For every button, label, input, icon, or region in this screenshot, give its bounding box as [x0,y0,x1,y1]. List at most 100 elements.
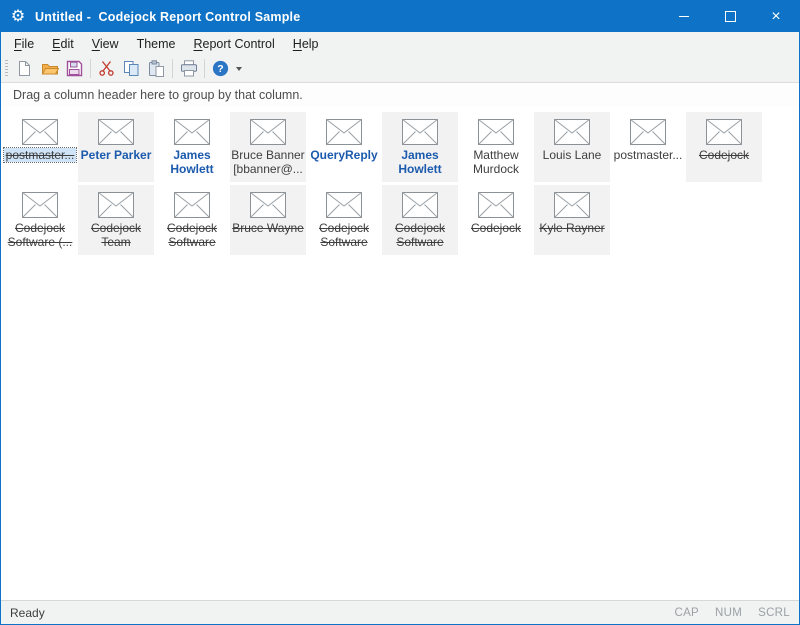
menu-item-edit[interactable]: Edit [43,34,83,54]
mail-item[interactable]: postmaster... [2,112,78,182]
close-icon: × [771,9,780,25]
caption-buttons: × [661,1,799,32]
mail-item[interactable]: postmaster... [610,112,686,182]
envelope-icon [326,185,362,218]
toolbar: ? [1,55,799,83]
minimize-button[interactable] [661,1,707,32]
mail-item-label: JamesHowlett [398,148,441,176]
mail-item-label: Bruce Wayne [232,221,304,235]
copy-button[interactable] [119,57,144,80]
mail-item-label: postmaster... [4,148,77,162]
open-button[interactable] [37,57,62,80]
envelope-icon [174,112,210,145]
mail-item[interactable]: Bruce Wayne [230,185,306,255]
print-icon [180,60,198,77]
gear-icon: ⚙ [1,1,35,32]
app-window: ⚙ Untitled - Codejock Report Control Sam… [0,0,800,625]
menu-item-report-control[interactable]: Report Control [185,34,284,54]
mail-item-grid: postmaster... Peter Parker JamesHowlett Bru… [2,112,768,258]
toolbar-separator [90,59,91,78]
mail-item[interactable]: CodejockSoftware (... [2,185,78,255]
mail-item[interactable]: Peter Parker [78,112,154,182]
envelope-icon [98,185,134,218]
print-button[interactable] [176,57,201,80]
status-indicator-scrl: SCRL [758,607,790,619]
help-button[interactable]: ? [208,57,233,80]
envelope-icon [326,112,362,145]
envelope-icon [402,185,438,218]
toolbar-separator [204,59,205,78]
mail-item[interactable]: JamesHowlett [154,112,230,182]
menu-item-theme[interactable]: Theme [128,34,185,54]
envelope-icon [174,185,210,218]
maximize-button[interactable] [707,1,753,32]
envelope-icon [478,112,514,145]
status-indicators: CAP NUM SCRL [674,607,790,619]
menu-item-file[interactable]: File [5,34,43,54]
group-by-bar[interactable]: Drag a column header here to group by th… [1,83,799,107]
report-control: postmaster... Peter Parker JamesHowlett Bru… [1,107,799,600]
window-title: Untitled - Codejock Report Control Sampl… [35,10,661,24]
save-icon [66,60,83,77]
envelope-icon [98,112,134,145]
close-button[interactable]: × [753,1,799,32]
mail-item[interactable]: CodejockSoftware [382,185,458,255]
svg-text:?: ? [217,63,223,75]
mail-item[interactable]: Kyle Rayner [534,185,610,255]
mail-item-label: MatthewMurdock [473,148,519,176]
mail-item-label: Bruce Banner[bbanner@... [231,148,304,176]
mail-item-label: Codejock [471,221,521,235]
toolbar-buttons: ? [12,57,245,80]
cut-button[interactable] [94,57,119,80]
envelope-icon [402,112,438,145]
maximize-icon [725,11,736,22]
group-by-hint: Drag a column header here to group by th… [13,88,303,102]
mail-item-label: Codejock [699,148,749,162]
envelope-icon [250,112,286,145]
menu-item-view[interactable]: View [83,34,128,54]
paste-button[interactable] [144,57,169,80]
mail-item[interactable]: MatthewMurdock [458,112,534,182]
mail-item[interactable]: CodejockSoftware [154,185,230,255]
mail-item-label: CodejockSoftware [167,221,217,249]
envelope-icon [22,185,58,218]
toolbar-gripper[interactable] [5,60,8,78]
status-bar: Ready CAP NUM SCRL [1,600,799,624]
mail-item-label: JamesHowlett [170,148,213,176]
mail-item[interactable]: Louis Lane [534,112,610,182]
mail-item[interactable]: Bruce Banner[bbanner@... [230,112,306,182]
mail-item-label: CodejockSoftware [395,221,445,249]
status-ready-text: Ready [10,606,45,620]
mail-item-label: CodejockSoftware (... [8,221,73,249]
mail-item-label: Kyle Rayner [539,221,604,235]
menu-bar: FileEditViewThemeReport ControlHelp [1,32,799,55]
envelope-icon [706,112,742,145]
open-icon [41,60,59,77]
title-bar: ⚙ Untitled - Codejock Report Control Sam… [1,1,799,32]
copy-icon [123,60,140,77]
minimize-icon [679,16,689,17]
status-indicator-cap: CAP [674,607,699,619]
envelope-icon [554,112,590,145]
mail-item-label: Peter Parker [81,148,152,162]
toolbar-options-caret[interactable] [233,57,245,80]
status-indicator-num: NUM [715,607,742,619]
mail-item-label: CodejockTeam [91,221,141,249]
menu-items: FileEditViewThemeReport ControlHelp [5,34,328,54]
new-button[interactable] [12,57,37,80]
new-icon [16,60,33,77]
menu-item-help[interactable]: Help [284,34,328,54]
mail-item-label: QueryReply [310,148,377,162]
mail-item[interactable]: CodejockTeam [78,185,154,255]
mail-item[interactable]: Codejock [458,185,534,255]
save-button[interactable] [62,57,87,80]
mail-item[interactable]: Codejock [686,112,762,182]
toolbar-separator [172,59,173,78]
mail-item[interactable]: JamesHowlett [382,112,458,182]
mail-item[interactable]: QueryReply [306,112,382,182]
mail-item-label: CodejockSoftware [319,221,369,249]
mail-item[interactable]: CodejockSoftware [306,185,382,255]
envelope-icon [22,112,58,145]
envelope-icon [554,185,590,218]
help-icon: ? [212,60,229,77]
